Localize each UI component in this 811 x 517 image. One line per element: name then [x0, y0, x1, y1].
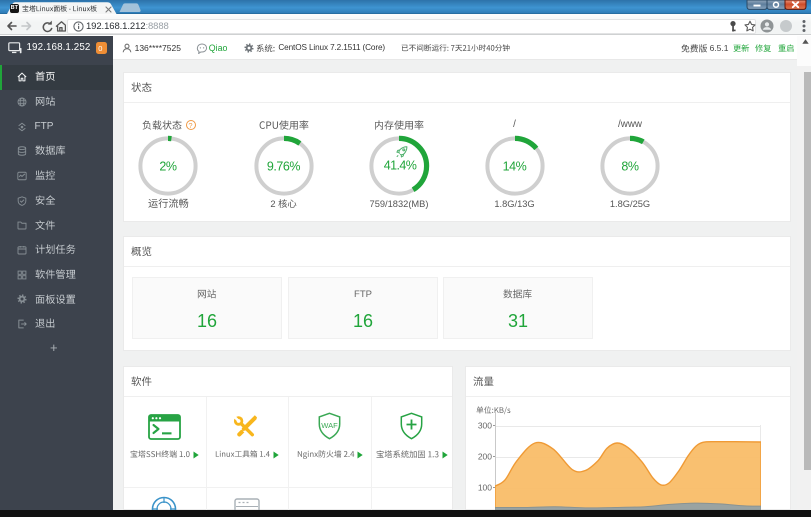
svg-text:WAF: WAF — [321, 421, 338, 430]
